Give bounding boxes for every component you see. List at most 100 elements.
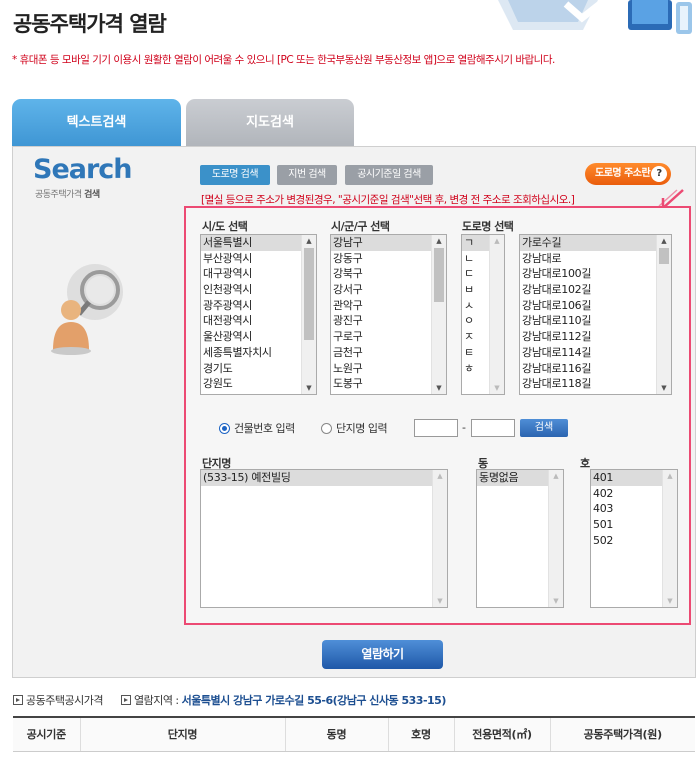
scrollbar[interactable]: ▲ ▼ xyxy=(431,235,446,394)
road-select[interactable]: 가로수길 강남대로 강남대로100길 강남대로102길 강남대로106길 강남대… xyxy=(519,234,672,395)
scrollbar[interactable]: ▲ ▼ xyxy=(301,235,316,394)
complex-name-radio[interactable]: 단지명 입력 xyxy=(321,420,388,436)
number-separator: - xyxy=(462,421,466,434)
scrollbar[interactable]: ▲ ▼ xyxy=(432,470,447,607)
scroll-up-icon[interactable]: ▲ xyxy=(490,235,504,247)
address-change-warning: [멸실 등으로 주소가 변경된경우, "공시기준일 검색"선택 후, 변경 전 … xyxy=(201,194,575,206)
view-button[interactable]: 열람하기 xyxy=(322,640,443,669)
list-item[interactable]: 인천광역시 xyxy=(201,282,316,298)
list-item[interactable]: 강남대로110길 xyxy=(520,313,671,329)
sido-label: 시/도 선택 xyxy=(202,220,248,233)
number-search-button[interactable]: 검색 xyxy=(520,419,568,437)
scroll-up-icon[interactable]: ▲ xyxy=(657,235,671,247)
list-item[interactable]: 관악구 xyxy=(331,298,446,314)
scroll-down-icon[interactable]: ▼ xyxy=(657,382,671,394)
list-item[interactable]: 부산광역시 xyxy=(201,251,316,267)
list-item[interactable]: 강남대로102길 xyxy=(520,282,671,298)
list-item[interactable]: 강남대로106길 xyxy=(520,298,671,314)
list-item[interactable]: 강남대로112길 xyxy=(520,329,671,345)
breadcrumb-item: 공동주택공시가격 xyxy=(26,694,103,707)
list-item[interactable]: 강서구 xyxy=(331,282,446,298)
building-number-sub-input[interactable] xyxy=(471,419,515,437)
scroll-up-icon[interactable]: ▲ xyxy=(432,235,446,247)
list-item[interactable]: 서울특별시 xyxy=(201,235,316,251)
list-item[interactable]: 강남대로114길 xyxy=(520,345,671,361)
list-item[interactable]: 대전광역시 xyxy=(201,313,316,329)
list-item[interactable]: 광진구 xyxy=(331,313,446,329)
table-header: 공동주택가격(원) xyxy=(550,717,695,752)
list-item[interactable]: 대구광역시 xyxy=(201,266,316,282)
list-item[interactable]: 세종특별자치시 xyxy=(201,345,316,361)
person-magnifier-illustration xyxy=(45,262,135,357)
building-number-radio-label: 건물번호 입력 xyxy=(234,422,295,435)
complex-select[interactable]: (533-15) 예전빌딩 ▲ ▼ xyxy=(200,469,448,608)
sigungu-select[interactable]: 강남구 강동구 강북구 강서구 관악구 광진구 구로구 금천구 노원구 도봉구 … xyxy=(330,234,447,395)
list-item[interactable]: 도봉구 xyxy=(331,376,446,392)
list-item[interactable]: 경기도 xyxy=(201,361,316,377)
list-item[interactable]: (533-15) 예전빌딩 xyxy=(201,470,447,486)
scroll-down-icon[interactable]: ▼ xyxy=(549,595,563,607)
list-item[interactable]: 강동구 xyxy=(331,251,446,267)
road-address-info-label: 도로명 주소란 xyxy=(595,168,651,179)
scroll-thumb[interactable] xyxy=(659,248,669,264)
building-number-main-input[interactable] xyxy=(414,419,458,437)
list-item[interactable]: 구로구 xyxy=(331,329,446,345)
scrollbar[interactable]: ▲ ▼ xyxy=(548,470,563,607)
scroll-down-icon[interactable]: ▼ xyxy=(490,382,504,394)
search-logo-subtitle: 공동주택가격 검색 xyxy=(35,190,100,200)
list-item[interactable]: 가로수길 xyxy=(520,235,671,251)
table-header: 호명 xyxy=(388,717,455,752)
list-item[interactable]: 울산광역시 xyxy=(201,329,316,345)
scroll-down-icon[interactable]: ▼ xyxy=(432,382,446,394)
radio-unselected-icon[interactable] xyxy=(321,422,332,434)
dong-select[interactable]: 동명없음 ▲ ▼ xyxy=(476,469,564,608)
scroll-down-icon[interactable]: ▼ xyxy=(302,382,316,394)
date-search-button[interactable]: 공시기준일 검색 xyxy=(345,165,433,185)
scrollbar[interactable]: ▲ ▼ xyxy=(662,470,677,607)
scroll-down-icon[interactable]: ▼ xyxy=(433,595,447,607)
table-header: 공시기준 xyxy=(13,717,81,752)
ho-select[interactable]: 401 402 403 501 502 ▲ ▼ xyxy=(590,469,678,608)
question-icon: ? xyxy=(651,166,667,182)
header-illustration xyxy=(478,0,700,38)
road-address-info-button[interactable]: 도로명 주소란 ? xyxy=(585,163,671,185)
road-search-button[interactable]: 도로명 검색 xyxy=(200,165,270,185)
list-item[interactable]: 강남구 xyxy=(331,235,446,251)
list-item[interactable]: 강남대로116길 xyxy=(520,361,671,377)
table-header: 동명 xyxy=(285,717,389,752)
list-item[interactable]: 강남대로100길 xyxy=(520,266,671,282)
scrollbar[interactable]: ▲ ▼ xyxy=(489,235,504,394)
table-header: 단지명 xyxy=(80,717,286,752)
table-header-row: 공시기준 단지명 동명 호명 전용면적(㎡) 공동주택가격(원) xyxy=(13,717,695,752)
list-item[interactable]: 강남대로118길 xyxy=(520,376,671,392)
ho-label: 호 xyxy=(580,457,590,470)
lot-search-button[interactable]: 지번 검색 xyxy=(277,165,337,185)
list-item[interactable]: 강남대로 xyxy=(520,251,671,267)
scroll-thumb[interactable] xyxy=(304,248,314,340)
radio-selected-icon[interactable] xyxy=(219,422,230,434)
scroll-thumb[interactable] xyxy=(434,248,444,302)
scroll-up-icon[interactable]: ▲ xyxy=(663,470,677,482)
tab-map-search[interactable]: 지도검색 xyxy=(186,99,354,146)
road-initial-select[interactable]: ㄱ ㄴ ㄷ ㅂ ㅅ ㅇ ㅈ ㅌ ㅎ ▲ ▼ xyxy=(461,234,505,395)
list-item[interactable]: 강원도 xyxy=(201,376,316,392)
breadcrumb-region-value: 서울특별시 강남구 가로수길 55-6(강남구 신사동 533-15) xyxy=(181,694,447,707)
bullet-arrow-icon xyxy=(120,695,131,705)
page-title: 공동주택가격 열람 xyxy=(13,12,167,36)
building-number-radio[interactable]: 건물번호 입력 xyxy=(219,420,295,436)
list-item[interactable]: 노원구 xyxy=(331,361,446,377)
tab-text-search[interactable]: 텍스트검색 xyxy=(12,99,181,146)
list-item[interactable]: 강북구 xyxy=(331,266,446,282)
road-name-label: 도로명 선택 xyxy=(462,220,514,233)
list-item[interactable]: 광주광역시 xyxy=(201,298,316,314)
scroll-up-icon[interactable]: ▲ xyxy=(433,470,447,482)
scrollbar[interactable]: ▲ ▼ xyxy=(656,235,671,394)
list-item[interactable]: 금천구 xyxy=(331,345,446,361)
breadcrumb: 공동주택공시가격 열람지역 : 서울특별시 강남구 가로수길 55-6(강남구 … xyxy=(13,692,446,708)
breadcrumb-region-label: 열람지역 : xyxy=(133,694,182,707)
bullet-arrow-icon xyxy=(13,695,23,705)
scroll-up-icon[interactable]: ▲ xyxy=(549,470,563,482)
scroll-down-icon[interactable]: ▼ xyxy=(663,595,677,607)
sido-select[interactable]: 서울특별시 부산광역시 대구광역시 인천광역시 광주광역시 대전광역시 울산광역… xyxy=(200,234,317,395)
scroll-up-icon[interactable]: ▲ xyxy=(302,235,316,247)
